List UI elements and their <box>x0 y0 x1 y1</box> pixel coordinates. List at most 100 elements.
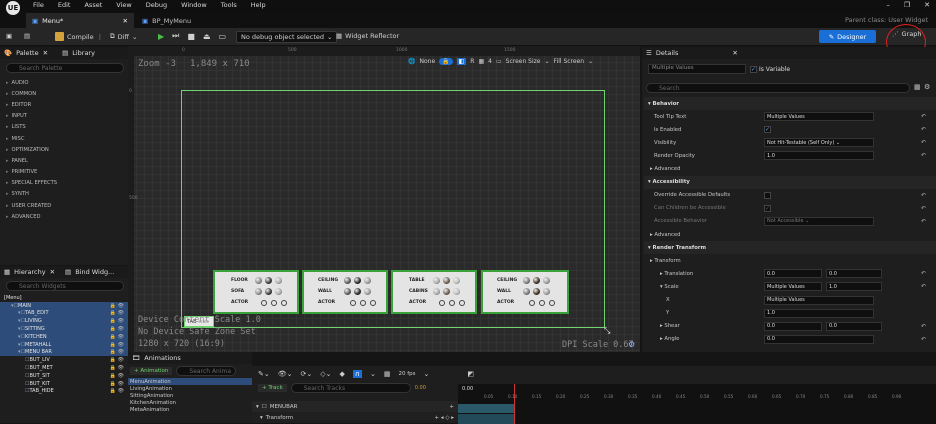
palette-category[interactable]: ADVANCED <box>0 211 128 222</box>
property-row[interactable]: Y 1.0 <box>644 307 936 320</box>
visibility-icon[interactable]: 🔒 👁 <box>110 326 124 332</box>
tab-menu[interactable]: ▣ Menu* ✕ <box>26 13 134 28</box>
menu-item-help[interactable]: Help <box>251 1 266 9</box>
property-row[interactable]: Render Opacity 1.0 ↶ <box>644 149 936 162</box>
eye-icon[interactable]: 👁⌄ <box>278 370 293 378</box>
property-row[interactable]: ▾ Accessibility <box>644 175 936 189</box>
property-row[interactable]: ▸ Advanced <box>644 163 936 176</box>
property-value[interactable]: Not Accessible ⌄ <box>764 216 874 226</box>
timeline-area[interactable]: 0.00 0.05 0.10 0.15 0.20 0.25 0.30 0.35 0.40 0.4… <box>458 384 936 424</box>
track-menubar[interactable]: ▾ ☐ MENUBAR + <box>252 401 458 412</box>
visibility-icon[interactable]: 🔒 👁 <box>110 310 124 316</box>
palette-category[interactable]: LISTS <box>0 122 128 133</box>
material-swatch[interactable] <box>443 277 450 284</box>
material-swatch[interactable] <box>255 288 262 295</box>
property-value[interactable]: 0.0 <box>764 334 874 344</box>
property-checkbox[interactable] <box>764 191 771 199</box>
animation-item[interactable]: LivingAnimation <box>128 385 252 392</box>
add-icon[interactable]: + <box>449 404 454 410</box>
curve-editor-icon[interactable]: ◩ <box>467 370 474 378</box>
hierarchy-item[interactable]: ☐ BUT_KIT 🔒 👁 <box>0 380 128 388</box>
material-swatch[interactable] <box>543 277 550 284</box>
palette-category[interactable]: SYNTH <box>0 189 128 200</box>
menu-item-window[interactable]: Window <box>181 1 207 9</box>
material-swatch[interactable] <box>533 277 540 284</box>
track-transform[interactable]: ▾ Transform + ◂ ◇ ▸ <box>252 413 458 423</box>
animations-title[interactable]: Animations <box>144 354 181 362</box>
browse-icon[interactable]: ▤ <box>24 32 30 40</box>
table-view-icon[interactable]: ▦ <box>914 83 921 91</box>
property-checkbox[interactable]: ✓ <box>764 204 771 212</box>
palette-category[interactable]: AUDIO <box>0 77 128 88</box>
palette-category[interactable]: PRIMITIVE <box>0 167 128 178</box>
property-row[interactable]: Override Accessible Defaults ↶ <box>644 189 936 202</box>
step-icon[interactable]: ⏭ <box>172 31 179 41</box>
actor-icon[interactable] <box>360 300 366 306</box>
curve-icon[interactable]: ⟳⌄ <box>301 370 313 378</box>
property-value[interactable]: Multiple Values <box>764 295 874 305</box>
animation-item[interactable]: MetaAnimation <box>128 406 252 413</box>
property-checkbox[interactable]: ✓ <box>764 126 771 134</box>
visibility-icon[interactable]: 🔒 👁 <box>110 318 124 324</box>
property-row[interactable]: Can Children be Accessible ✓ ↶ <box>644 202 936 215</box>
animation-item[interactable]: KitchenAnimation <box>128 399 252 406</box>
hierarchy-item[interactable]: ▾☐ MAIN 🔒 👁 <box>0 301 128 310</box>
maximize-icon[interactable]: ❐ <box>904 1 910 9</box>
property-row[interactable]: ▾ Render Transform <box>644 241 936 255</box>
hierarchy-item[interactable]: ☐ BUT_MET 🔒 👁 <box>0 364 128 372</box>
actor-icon[interactable] <box>539 300 545 306</box>
add-animation-button[interactable]: + Animation <box>130 367 173 375</box>
material-swatch[interactable] <box>354 288 361 295</box>
designer-button[interactable]: ✎ Designer <box>819 30 876 43</box>
material-swatch[interactable] <box>255 277 262 284</box>
details-search-input[interactable]: Search <box>646 83 910 93</box>
menu-item-tools[interactable]: Tools <box>221 1 237 9</box>
material-swatch[interactable] <box>354 277 361 284</box>
key-icon[interactable]: ◇⌄ <box>320 370 331 378</box>
visibility-icon[interactable]: 🔒 👁 <box>110 373 124 379</box>
close-icon[interactable]: ✕ <box>43 49 48 57</box>
stop-icon[interactable]: ■ <box>187 32 195 41</box>
lock-icon[interactable]: 🔒 <box>439 58 453 65</box>
globe-icon[interactable]: 🌐 <box>408 58 415 65</box>
settings-icon[interactable]: ⚙ <box>628 340 635 349</box>
palette-category[interactable]: OPTIMIZATION <box>0 144 128 155</box>
material-swatch[interactable] <box>265 288 272 295</box>
reset-icon[interactable]: ↶ <box>921 126 926 133</box>
material-swatch[interactable] <box>364 277 371 284</box>
current-time-field[interactable]: 0.00 <box>415 385 426 391</box>
close-icon[interactable]: ✕ <box>123 17 128 25</box>
grid-icon[interactable]: ▦ <box>478 58 484 65</box>
reset-icon[interactable]: ↶ <box>921 113 926 120</box>
hierarchy-item[interactable]: ☐ BUT_LIV 🔒 👁 <box>0 356 128 364</box>
property-value[interactable]: 0.0 <box>764 269 822 279</box>
snap-icon[interactable]: ∩ <box>352 370 362 378</box>
actor-icon[interactable] <box>459 300 465 306</box>
gear-icon[interactable]: ⚙ <box>924 83 930 91</box>
reset-icon[interactable]: ↶ <box>921 323 926 330</box>
menu-item-view[interactable]: View <box>116 1 131 9</box>
property-value[interactable]: 0.0 <box>826 321 882 331</box>
hierarchy-item[interactable]: [Menu] <box>0 294 128 302</box>
close-icon[interactable]: ✕ <box>50 268 55 276</box>
material-swatch[interactable] <box>344 288 351 295</box>
grid-size[interactable]: 4 <box>488 58 492 65</box>
visibility-icon[interactable]: 🔒 👁 <box>110 381 124 387</box>
actor-icon[interactable] <box>529 300 535 306</box>
tab-bp-mymenu[interactable]: ▣ BP_MyMenu <box>136 13 226 28</box>
snap-options-icon[interactable]: ⌄ <box>370 370 376 378</box>
material-swatch[interactable] <box>453 277 460 284</box>
add-icon[interactable]: + ◂ ◇ ▸ <box>434 415 454 421</box>
property-row[interactable]: ▸ Angle 0.0 ↶ <box>644 333 936 346</box>
property-row[interactable]: Visibility Not Hit-Testable (Self Only) ⌄… <box>644 136 936 149</box>
reset-icon[interactable]: ↶ <box>921 270 926 277</box>
menu-card[interactable]: CEILING WALL ACTOR <box>481 270 569 314</box>
reset-icon[interactable]: ↶ <box>921 152 926 159</box>
actor-icon[interactable] <box>439 300 445 306</box>
menu-item-debug[interactable]: Debug <box>146 1 167 9</box>
diff-button[interactable]: ⧉ Diff ⌄ <box>110 32 137 41</box>
compile-button[interactable]: Compile ⋮ <box>55 32 103 41</box>
keyframe-icon[interactable]: ◆ <box>339 370 344 378</box>
material-swatch[interactable] <box>275 277 282 284</box>
actor-icon[interactable] <box>271 300 277 306</box>
